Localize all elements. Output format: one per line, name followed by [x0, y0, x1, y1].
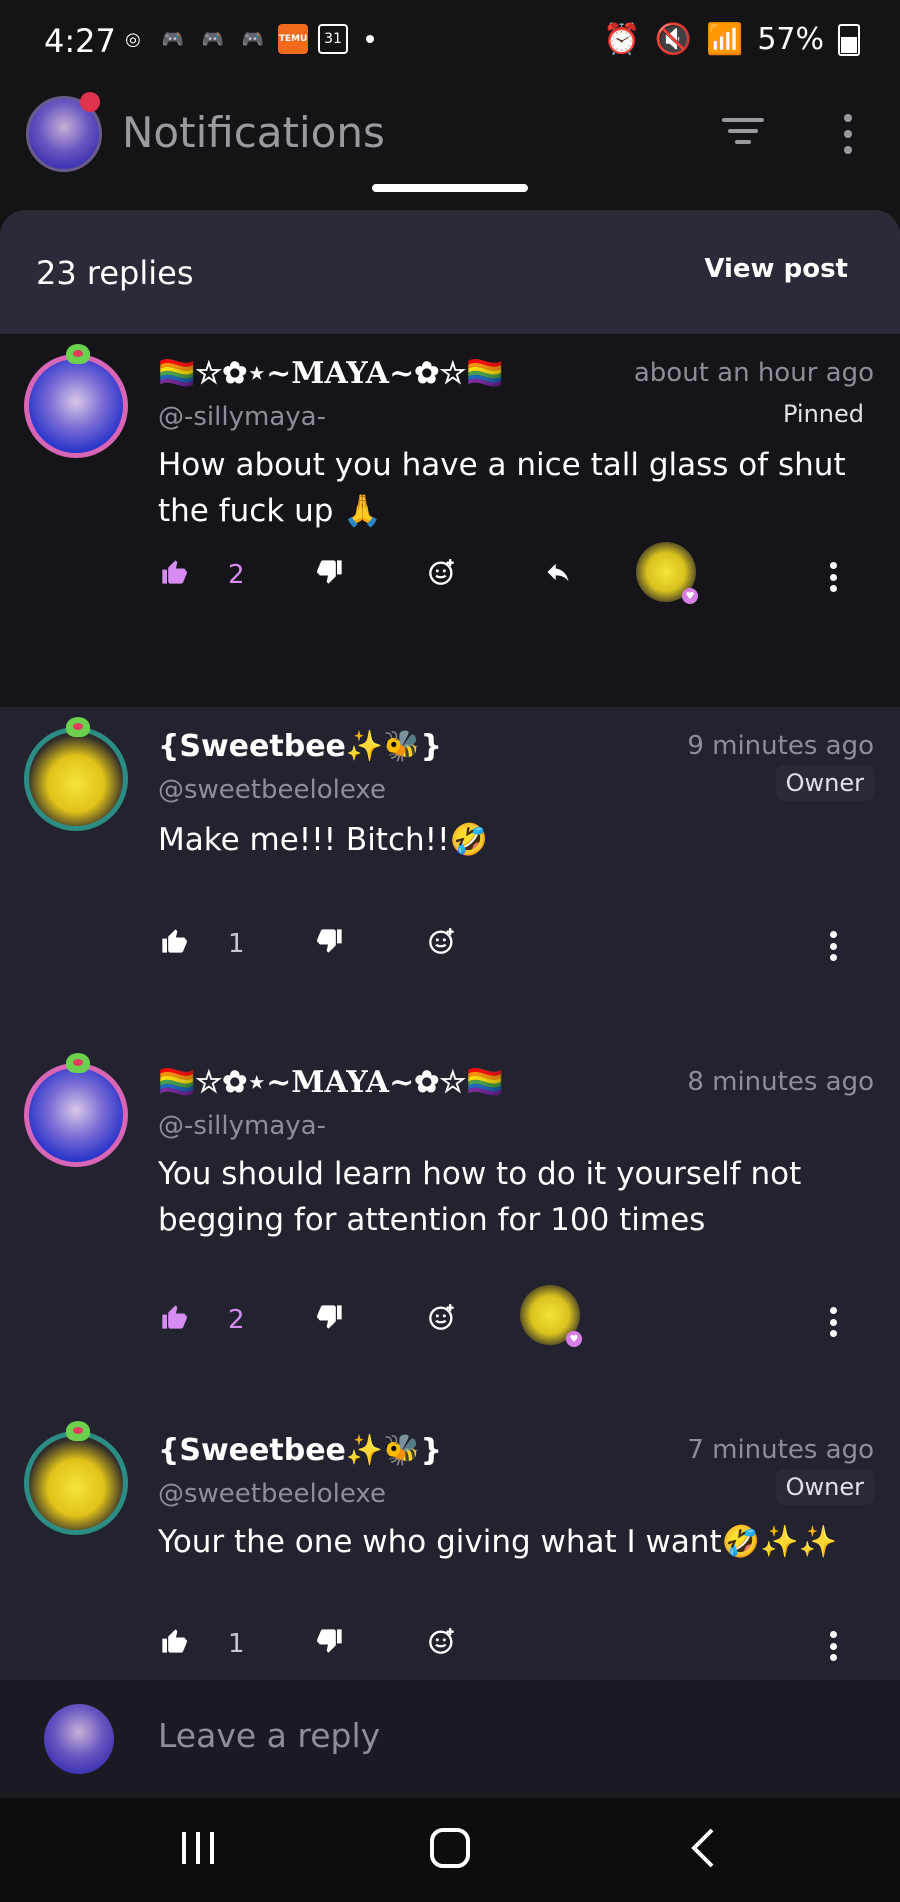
app-bar: Notifications — [0, 84, 900, 194]
commenter-name[interactable]: {Sweetbee✨🐝} — [158, 1433, 442, 1468]
page-title: Notifications — [122, 108, 385, 157]
commenter-avatar[interactable] — [24, 727, 128, 831]
add-reaction-icon[interactable] — [428, 927, 456, 962]
calendar-icon: 31 — [318, 24, 348, 54]
commenter-avatar[interactable] — [24, 1431, 128, 1535]
reply-input[interactable]: Leave a reply — [158, 1716, 380, 1755]
game-controller-icon: 🎮 — [201, 28, 225, 50]
commenter-handle: @sweetbeelolexe — [158, 1479, 386, 1509]
dislike-icon[interactable] — [316, 558, 344, 593]
commenter-name[interactable]: 🏳️‍🌈☆✿⋆~MAYA~✿☆🏳️‍🌈 — [158, 356, 504, 391]
pinned-badge: Pinned — [782, 400, 864, 428]
my-avatar — [44, 1704, 114, 1774]
like-icon[interactable] — [160, 1627, 188, 1662]
reply-bar: Leave a reply — [0, 1680, 900, 1798]
commenter-avatar[interactable] — [24, 1063, 128, 1167]
alarm-icon: ⏰ — [603, 22, 641, 57]
heart-icon: ♥ — [566, 1331, 582, 1347]
owner-badge: Owner — [775, 1469, 874, 1505]
like-count: 1 — [228, 1629, 245, 1659]
back-icon[interactable] — [688, 1826, 718, 1874]
comment-more-icon[interactable] — [830, 562, 838, 592]
comment-item: {Sweetbee✨🐝} @sweetbeelolexe 7 minutes a… — [0, 1417, 900, 1680]
fingerprint-icon: ◎ — [125, 28, 141, 50]
comment-time: 9 minutes ago — [687, 731, 874, 761]
more-options-icon[interactable] — [844, 114, 852, 154]
replies-count: 23 replies — [36, 254, 194, 292]
system-nav-bar — [0, 1798, 900, 1902]
comment-time: about an hour ago — [633, 358, 874, 388]
dislike-icon[interactable] — [316, 1303, 344, 1338]
notification-badge-icon — [80, 92, 100, 112]
status-notification-icons: ◎ 🎮 🎮 🎮 TEMU 31 — [118, 24, 374, 54]
add-reaction-icon[interactable] — [428, 1627, 456, 1662]
like-count: 2 — [228, 560, 245, 590]
comment-actions: 2 ♥ — [158, 542, 878, 604]
mute-icon: 🔇 — [654, 22, 692, 57]
dislike-icon[interactable] — [316, 927, 344, 962]
game-controller-icon: 🎮 — [161, 28, 185, 50]
game-controller-icon: 🎮 — [241, 28, 265, 50]
wifi-icon: 📶 — [705, 22, 744, 57]
home-icon[interactable] — [428, 1826, 472, 1874]
comment-text: How about you have a nice tall glass of … — [158, 447, 846, 529]
recents-icon[interactable] — [178, 1826, 218, 1874]
status-bar: 4:27 ◎ 🎮 🎮 🎮 TEMU 31 ⏰ 🔇 📶 57% — [0, 0, 900, 84]
creator-heart-avatar: ♥ — [520, 1285, 582, 1347]
comment-time: 8 minutes ago — [687, 1067, 874, 1097]
status-time: 4:27 — [44, 22, 116, 60]
heart-icon: ♥ — [682, 588, 698, 604]
like-count: 2 — [228, 1305, 245, 1335]
commenter-handle: @-sillymaya- — [158, 1111, 326, 1141]
replies-header: 23 replies View post — [0, 210, 900, 334]
comment-actions: 1 — [158, 1627, 878, 1667]
frog-badge-icon — [66, 344, 90, 364]
frog-badge-icon — [66, 717, 90, 737]
comment-text: Your the one who giving what I want🤣✨✨ — [158, 1524, 838, 1560]
like-icon[interactable] — [160, 558, 188, 593]
like-count: 1 — [228, 929, 245, 959]
frog-badge-icon — [66, 1421, 90, 1441]
like-icon[interactable] — [160, 927, 188, 962]
comment-actions: 1 — [158, 927, 878, 967]
battery-icon — [838, 23, 860, 56]
creator-heart-avatar: ♥ — [636, 542, 698, 604]
comment-item: 🏳️‍🌈☆✿⋆~MAYA~✿☆🏳️‍🌈 @-sillymaya- 8 minut… — [0, 1047, 900, 1417]
temu-app-icon: TEMU — [278, 24, 308, 54]
comment-time: 7 minutes ago — [687, 1435, 874, 1465]
owner-badge: Owner — [775, 765, 874, 801]
status-system-icons: ⏰ 🔇 📶 57% — [603, 22, 860, 57]
reply-icon[interactable] — [544, 558, 572, 593]
comment-text: You should learn how to do it yourself n… — [158, 1156, 802, 1238]
commenter-handle: @sweetbeelolexe — [158, 775, 386, 805]
comment-actions: 2 ♥ — [158, 1285, 878, 1347]
comment-more-icon[interactable] — [830, 931, 838, 961]
commenter-avatar[interactable] — [24, 354, 128, 458]
frog-badge-icon — [66, 1053, 90, 1073]
comment-item: {Sweetbee✨🐝} @sweetbeelolexe 9 minutes a… — [0, 707, 900, 1047]
dislike-icon[interactable] — [316, 1627, 344, 1662]
filter-icon[interactable] — [722, 118, 764, 148]
commenter-name[interactable]: 🏳️‍🌈☆✿⋆~MAYA~✿☆🏳️‍🌈 — [158, 1065, 504, 1100]
commenter-name[interactable]: {Sweetbee✨🐝} — [158, 729, 442, 764]
commenter-handle: @-sillymaya- — [158, 402, 326, 432]
more-notifications-dot-icon — [366, 35, 374, 43]
add-reaction-icon[interactable] — [428, 1303, 456, 1338]
like-icon[interactable] — [160, 1303, 188, 1338]
comment-item: 🏳️‍🌈☆✿⋆~MAYA~✿☆🏳️‍🌈 @-sillymaya- about a… — [0, 334, 900, 707]
comment-more-icon[interactable] — [830, 1307, 838, 1337]
battery-percent: 57% — [757, 22, 824, 57]
add-reaction-icon[interactable] — [428, 558, 456, 593]
replies-sheet: 23 replies View post 🏳️‍🌈☆✿⋆~MAYA~✿☆🏳️‍🌈… — [0, 210, 900, 1680]
comment-text: Make me!!! Bitch!!🤣 — [158, 822, 489, 858]
comment-more-icon[interactable] — [830, 1631, 838, 1661]
sheet-drag-handle[interactable] — [372, 184, 528, 192]
view-post-button[interactable]: View post — [704, 254, 848, 284]
